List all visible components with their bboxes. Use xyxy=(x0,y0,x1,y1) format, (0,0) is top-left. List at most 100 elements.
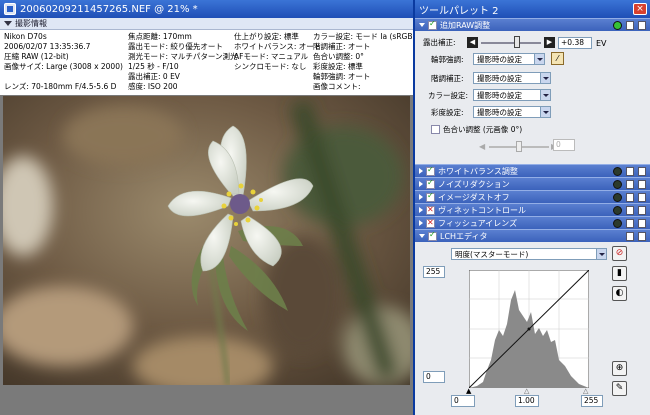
page-icon[interactable] xyxy=(626,21,634,30)
exposure-slider-thumb[interactable] xyxy=(514,36,520,48)
white-point-icon[interactable]: △ xyxy=(583,387,588,395)
lch-curve-graph[interactable] xyxy=(469,270,589,388)
hue-checkbox[interactable] xyxy=(431,125,440,134)
info-line: 感度: ISO 200 xyxy=(128,82,178,91)
info-col-camera: Nikon D70s 2006/02/07 13:35:36.7 圧縮 RAW … xyxy=(4,32,123,92)
page-icon[interactable] xyxy=(638,206,646,215)
lch-mode-select[interactable]: 明度(マスターモード) xyxy=(451,248,607,260)
dropdown-arrow-icon[interactable] xyxy=(534,54,544,64)
section-header[interactable]: ノイズリダクション xyxy=(415,177,650,190)
section-header[interactable]: ホワイトバランス調整 xyxy=(415,164,650,177)
input-max-field[interactable]: 255 xyxy=(581,395,603,407)
raw-adjust-section-header[interactable]: 追加RAW調整 xyxy=(415,18,650,31)
collapse-caret-icon[interactable] xyxy=(4,21,12,26)
sharpen-value: 撮影時の設定 xyxy=(477,54,522,64)
contrast-icon[interactable]: ◐ xyxy=(612,286,627,301)
image-window: 20060209211457265.NEF @ 21% * 撮影情報 Nikon… xyxy=(0,0,415,415)
page-icon[interactable] xyxy=(638,167,646,176)
page-icon[interactable] xyxy=(638,219,646,228)
exposure-row: 露出補正: xyxy=(423,37,456,48)
info-line: 画像コメント: xyxy=(313,82,361,91)
gamma-field[interactable]: 1.00 xyxy=(515,395,539,407)
color-label: カラー設定: xyxy=(428,91,469,100)
hue-slider-thumb[interactable] xyxy=(516,141,522,152)
output-max-field[interactable]: 255 xyxy=(423,266,445,278)
section-label: ノイズリダクション xyxy=(438,179,510,189)
expand-triangle-icon[interactable] xyxy=(419,220,423,226)
histogram-icon[interactable]: ▮ xyxy=(612,266,627,281)
expand-triangle-icon[interactable] xyxy=(419,23,425,27)
page-icon[interactable] xyxy=(626,180,634,189)
decrease-icon[interactable]: ◀ xyxy=(467,37,478,48)
info-line: 画像サイズ: Large (3008 x 2000) xyxy=(4,62,123,71)
add-point-icon[interactable]: ⊕ xyxy=(612,361,627,376)
dropdown-arrow-icon[interactable] xyxy=(596,249,606,259)
black-point-icon[interactable]: ▲ xyxy=(466,387,471,395)
dropdown-arrow-icon[interactable] xyxy=(540,90,550,100)
page-icon[interactable] xyxy=(638,193,646,202)
sharpen-select[interactable]: 撮影時の設定 xyxy=(473,53,545,65)
page-icon[interactable] xyxy=(626,219,634,228)
info-line: 測光モード: マルチパターン測光 xyxy=(128,52,238,61)
expand-triangle-icon[interactable] xyxy=(419,207,423,213)
sharpen-label: 輪郭強調: xyxy=(431,55,464,64)
page-icon[interactable] xyxy=(626,193,634,202)
increase-icon[interactable]: ▶ xyxy=(544,37,555,48)
section-checkbox[interactable] xyxy=(426,205,435,215)
photo-canvas[interactable] xyxy=(3,96,410,385)
hue-row: 色合い調整 (元画像 0°) xyxy=(431,124,522,135)
saturation-select[interactable]: 撮影時の設定 xyxy=(473,106,551,118)
section-checkbox[interactable] xyxy=(426,165,435,176)
brush-icon[interactable]: ⁄ xyxy=(551,52,564,65)
page-icon[interactable] xyxy=(638,180,646,189)
gamma-point-icon[interactable]: △ xyxy=(524,387,529,395)
tone-value: 撮影時の設定 xyxy=(477,73,522,83)
section-label: ヴィネットコントロール xyxy=(438,205,526,215)
hue-value-field[interactable]: 0 xyxy=(553,139,575,151)
section-label: イメージダストオフ xyxy=(438,192,510,202)
lch-section-header[interactable]: LCHエディタ xyxy=(415,229,650,242)
section-checkbox[interactable] xyxy=(426,218,435,228)
tool-palette: ツールパレット 2 × 追加RAW調整 露出補正: ◀ ▶ +0.38 EV 輪… xyxy=(413,0,650,415)
decrease-icon[interactable]: ◀ xyxy=(479,142,485,151)
tone-select[interactable]: 撮影時の設定 xyxy=(473,72,551,84)
lch-mode-value: 明度(マスターモード) xyxy=(455,249,529,259)
dropdown-arrow-icon[interactable] xyxy=(540,73,550,83)
image-window-titlebar[interactable]: 20060209211457265.NEF @ 21% * xyxy=(0,0,413,18)
raw-adjust-checkbox[interactable] xyxy=(428,19,437,30)
output-min-field[interactable]: 0 xyxy=(423,371,445,383)
section-checkbox[interactable] xyxy=(426,178,435,189)
section-header[interactable]: フィッシュアイレンズ xyxy=(415,216,650,229)
section-header[interactable]: イメージダストオフ xyxy=(415,190,650,203)
input-min-field[interactable]: 0 xyxy=(451,395,475,407)
close-button[interactable]: × xyxy=(633,3,647,15)
page-icon[interactable] xyxy=(626,167,634,176)
palette-titlebar[interactable]: ツールパレット 2 × xyxy=(415,0,650,18)
reset-icon[interactable]: ⊘ xyxy=(612,246,627,261)
palette-title: ツールパレット 2 xyxy=(419,5,499,17)
info-line: 圧縮 RAW (12-bit) xyxy=(4,52,69,61)
pencil-icon[interactable]: ✎ xyxy=(612,381,627,396)
exposure-slider-track[interactable] xyxy=(481,42,541,44)
info-line: 輪郭強調: オート xyxy=(313,72,371,81)
page-icon[interactable] xyxy=(626,232,634,241)
page-icon[interactable] xyxy=(638,21,646,30)
expand-triangle-icon[interactable] xyxy=(419,234,425,238)
exposure-value-field[interactable]: +0.38 xyxy=(558,37,592,49)
info-line: AFモード: マニュアル xyxy=(234,52,309,61)
section-header[interactable]: ヴィネットコントロール xyxy=(415,203,650,216)
saturation-value: 撮影時の設定 xyxy=(477,107,522,117)
expand-triangle-icon[interactable] xyxy=(419,181,423,187)
page-icon[interactable] xyxy=(638,232,646,241)
expand-triangle-icon[interactable] xyxy=(419,194,423,200)
image-window-title: 20060209211457265.NEF @ 21% * xyxy=(20,3,198,15)
section-checkbox[interactable] xyxy=(426,191,435,202)
info-header[interactable]: 撮影情報 xyxy=(0,18,413,30)
dropdown-arrow-icon[interactable] xyxy=(540,107,550,117)
page-icon[interactable] xyxy=(626,206,634,215)
info-col-color: カラー設定: モード Ia (sRGB) 階調補正: オート 色合い調整: 0°… xyxy=(313,32,415,92)
lch-checkbox[interactable] xyxy=(428,230,437,241)
expand-triangle-icon[interactable] xyxy=(419,168,423,174)
color-select[interactable]: 撮影時の設定 xyxy=(473,89,551,101)
info-line: 露出補正: 0 EV xyxy=(128,72,180,81)
